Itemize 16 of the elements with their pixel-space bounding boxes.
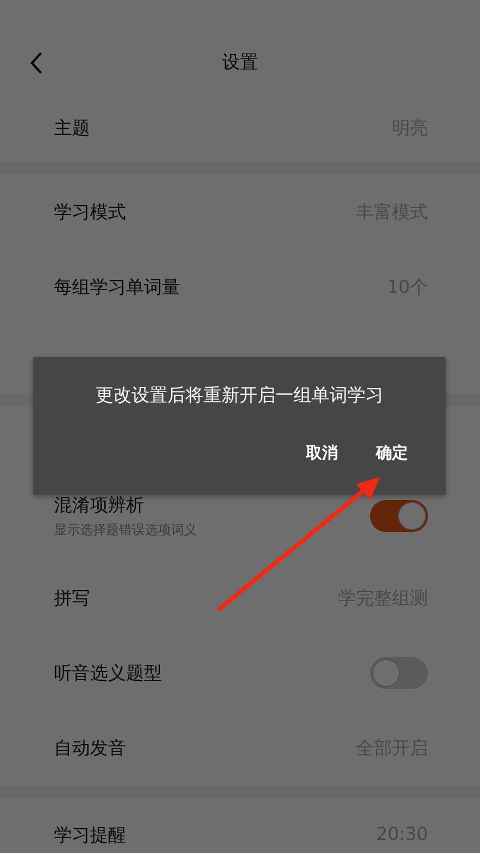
dialog-message: 更改设置后将重新开启一组单词学习 bbox=[96, 384, 384, 407]
setting-label: 学习提醒 bbox=[54, 824, 126, 846]
setting-label: 拼写 bbox=[54, 586, 90, 610]
setting-label: 听音选义题型 bbox=[54, 662, 162, 684]
settings-row[interactable]: 听音选义题型 bbox=[0, 635, 480, 710]
setting-label: 学习模式 bbox=[54, 200, 126, 224]
setting-label: 主题 bbox=[54, 117, 90, 140]
setting-label: 混淆项辨析 bbox=[54, 494, 145, 517]
setting-label: 每组学习单词量 bbox=[54, 276, 180, 298]
dialog-button[interactable]: 确定 bbox=[360, 437, 424, 470]
dialog-button[interactable]: 取消 bbox=[290, 437, 354, 470]
setting-label: 自动发音 bbox=[54, 736, 126, 760]
back-icon[interactable] bbox=[29, 51, 43, 75]
toggle-switch[interactable] bbox=[370, 656, 428, 688]
toggle-switch[interactable] bbox=[370, 500, 428, 532]
page-title: 设置 bbox=[222, 51, 258, 74]
